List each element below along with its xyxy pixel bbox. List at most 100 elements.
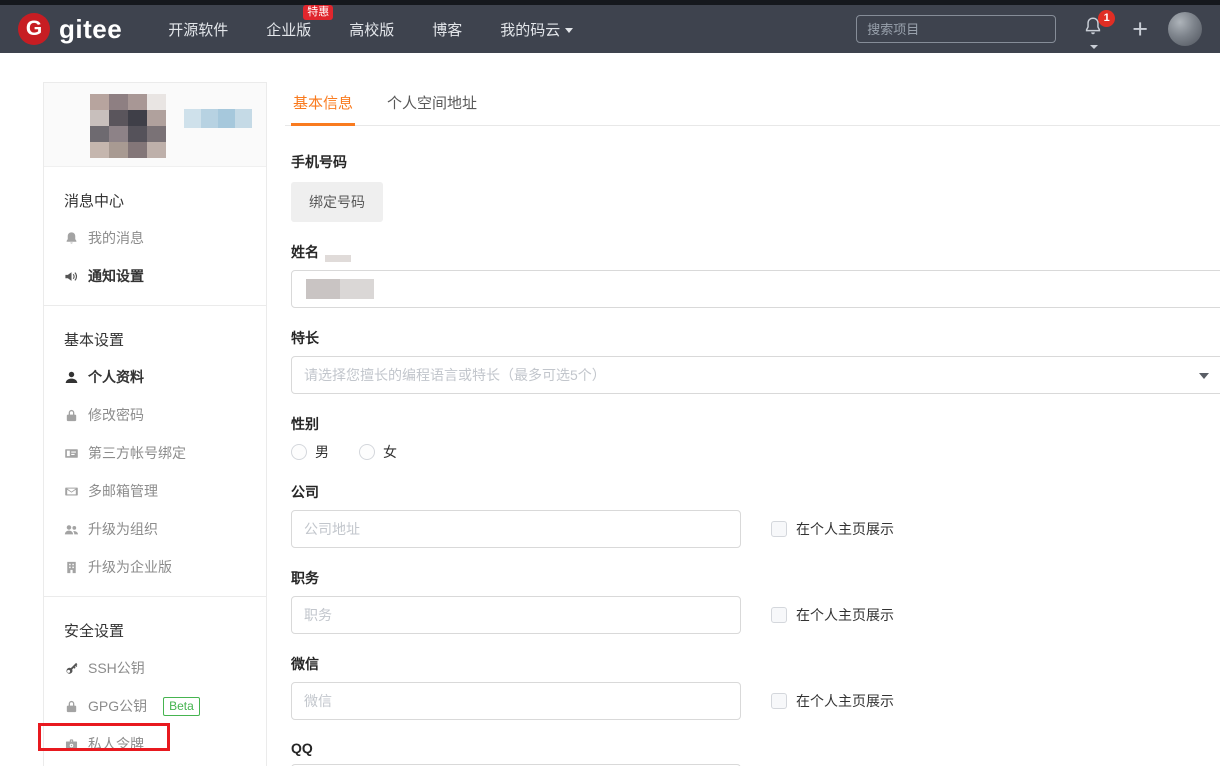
- censored-name-value: [306, 279, 374, 299]
- name-input[interactable]: [291, 270, 1220, 308]
- name-label: 姓名: [291, 242, 1220, 262]
- position-field-group: 职务 在个人主页展示: [291, 568, 1220, 634]
- chevron-down-icon: [1199, 373, 1209, 379]
- users-icon: [64, 522, 79, 537]
- sidebar-item-third-party-accounts[interactable]: 第三方帐号绑定: [44, 434, 266, 472]
- tab-basic-info[interactable]: 基本信息: [291, 84, 355, 126]
- censor-smudge: [325, 255, 351, 262]
- gender-label: 性别: [291, 414, 1220, 434]
- search-input[interactable]: [856, 15, 1056, 43]
- sidebar-item-label: 升级为组织: [88, 519, 158, 539]
- sidebar-item-my-messages[interactable]: 我的消息: [44, 219, 266, 257]
- bind-phone-button[interactable]: 绑定号码: [291, 182, 383, 222]
- sidebar-item-label: 第三方帐号绑定: [88, 443, 186, 463]
- censored-avatar: [90, 94, 166, 158]
- sidebar-item-label: 我的消息: [88, 228, 144, 248]
- sidebar-section-basic: 基本设置 个人资料 修改密码 第三方帐号绑定 多邮箱管理 升级为组织 升级为企业…: [44, 305, 266, 596]
- nav-item-label: 博客: [432, 19, 462, 40]
- sidebar-section-title: 安全设置: [44, 605, 266, 649]
- sidebar-section-messages: 消息中心 我的消息 通知设置: [44, 167, 266, 305]
- user-avatar[interactable]: [1168, 12, 1202, 46]
- gitee-logo-text: gitee: [59, 14, 122, 45]
- checkbox-label: 在个人主页展示: [796, 519, 894, 539]
- sidebar-item-upgrade-organization[interactable]: 升级为组织: [44, 510, 266, 548]
- token-icon: [64, 737, 79, 752]
- sidebar-item-email-management[interactable]: 多邮箱管理: [44, 472, 266, 510]
- wechat-input[interactable]: [291, 682, 741, 720]
- radio-icon[interactable]: [359, 444, 375, 460]
- nav-item-blog[interactable]: 博客: [432, 19, 462, 40]
- nav-item-label: 开源软件: [168, 19, 228, 40]
- tab-personal-space-url[interactable]: 个人空间地址: [385, 84, 479, 125]
- position-show-on-profile[interactable]: 在个人主页展示: [771, 605, 894, 625]
- sidebar-item-profile[interactable]: 个人资料: [44, 358, 266, 396]
- phone-field-group: 手机号码 绑定号码: [291, 152, 1220, 222]
- sidebar-item-label: 多邮箱管理: [88, 481, 158, 501]
- volume-icon: [64, 269, 79, 284]
- radio-icon[interactable]: [291, 444, 307, 460]
- position-label: 职务: [291, 568, 1220, 588]
- skills-label: 特长: [291, 328, 1220, 348]
- sidebar-item-label: 私人令牌: [88, 734, 144, 754]
- sidebar-profile-header: [44, 83, 266, 167]
- chevron-down-icon: [1090, 45, 1098, 49]
- checkbox-icon[interactable]: [771, 607, 787, 623]
- wechat-field-group: 微信 在个人主页展示: [291, 654, 1220, 720]
- nav-item-opensource[interactable]: 开源软件: [168, 19, 228, 40]
- key-icon: [64, 661, 79, 676]
- promo-badge: 特惠: [303, 5, 333, 20]
- qq-label: QQ: [291, 740, 1220, 756]
- id-card-icon: [64, 446, 79, 461]
- wechat-label: 微信: [291, 654, 1220, 674]
- sidebar-item-gpg-keys[interactable]: GPG公钥 Beta: [44, 687, 266, 725]
- skills-select[interactable]: 请选择您擅长的编程语言或特长（最多可选5个）: [291, 356, 1220, 394]
- sidebar-section-title: 消息中心: [44, 175, 266, 219]
- create-new-button[interactable]: +: [1132, 17, 1148, 41]
- gender-radio-female[interactable]: 女: [359, 442, 397, 462]
- censored-username: [184, 109, 252, 128]
- nav-item-enterprise[interactable]: 企业版 特惠: [266, 19, 311, 40]
- radio-label: 男: [315, 442, 329, 462]
- checkbox-label: 在个人主页展示: [796, 691, 894, 711]
- qq-field-group: QQ 在个人主页展示: [291, 740, 1220, 766]
- lock-icon: [64, 408, 79, 423]
- beta-badge: Beta: [163, 697, 200, 716]
- notifications-button[interactable]: 1: [1082, 14, 1106, 44]
- skills-field-group: 特长 请选择您擅长的编程语言或特长（最多可选5个）: [291, 328, 1220, 394]
- sidebar-section-security: 安全设置 SSH公钥 GPG公钥 Beta 私人令牌 第三方应用 登录历史: [44, 596, 266, 766]
- sidebar-item-upgrade-enterprise[interactable]: 升级为企业版: [44, 548, 266, 586]
- profile-settings-main: 基本信息 个人空间地址 手机号码 绑定号码 姓名 特长 请选择您擅长的编程语言或…: [285, 84, 1220, 766]
- phone-label: 手机号码: [291, 152, 1220, 172]
- bell-icon: [64, 231, 79, 246]
- notification-count-badge: 1: [1098, 10, 1115, 27]
- person-icon: [64, 370, 79, 385]
- profile-tabs: 基本信息 个人空间地址: [285, 84, 1220, 126]
- radio-label: 女: [383, 442, 397, 462]
- position-input[interactable]: [291, 596, 741, 634]
- sidebar-item-change-password[interactable]: 修改密码: [44, 396, 266, 434]
- company-show-on-profile[interactable]: 在个人主页展示: [771, 519, 894, 539]
- company-input[interactable]: [291, 510, 741, 548]
- nav-menu: 开源软件 企业版 特惠 高校版 博客 我的码云: [168, 19, 573, 40]
- sidebar-item-label: 升级为企业版: [88, 557, 172, 577]
- name-field-group: 姓名: [291, 242, 1220, 308]
- lock-icon: [64, 699, 79, 714]
- wechat-show-on-profile[interactable]: 在个人主页展示: [771, 691, 894, 711]
- sidebar-item-notification-settings[interactable]: 通知设置: [44, 257, 266, 295]
- gender-radio-male[interactable]: 男: [291, 442, 329, 462]
- sidebar-section-title: 基本设置: [44, 314, 266, 358]
- nav-item-education[interactable]: 高校版: [349, 19, 394, 40]
- gender-field-group: 性别 男 女: [291, 414, 1220, 462]
- checkbox-icon[interactable]: [771, 693, 787, 709]
- gitee-logo[interactable]: G gitee: [18, 13, 122, 45]
- basic-info-form: 手机号码 绑定号码 姓名 特长 请选择您擅长的编程语言或特长（最多可选5个） 性…: [285, 126, 1220, 766]
- navbar: G gitee 开源软件 企业版 特惠 高校版 博客 我的码云 1: [0, 5, 1220, 53]
- sidebar-item-label: GPG公钥: [88, 696, 147, 716]
- nav-item-my-gitee[interactable]: 我的码云: [500, 19, 573, 40]
- sidebar-item-private-tokens[interactable]: 私人令牌: [44, 725, 266, 763]
- nav-item-label: 企业版: [266, 19, 311, 40]
- checkbox-icon[interactable]: [771, 521, 787, 537]
- sidebar-item-ssh-keys[interactable]: SSH公钥: [44, 649, 266, 687]
- navbar-right: 1 +: [856, 12, 1202, 46]
- skills-placeholder: 请选择您擅长的编程语言或特长（最多可选5个）: [304, 365, 606, 385]
